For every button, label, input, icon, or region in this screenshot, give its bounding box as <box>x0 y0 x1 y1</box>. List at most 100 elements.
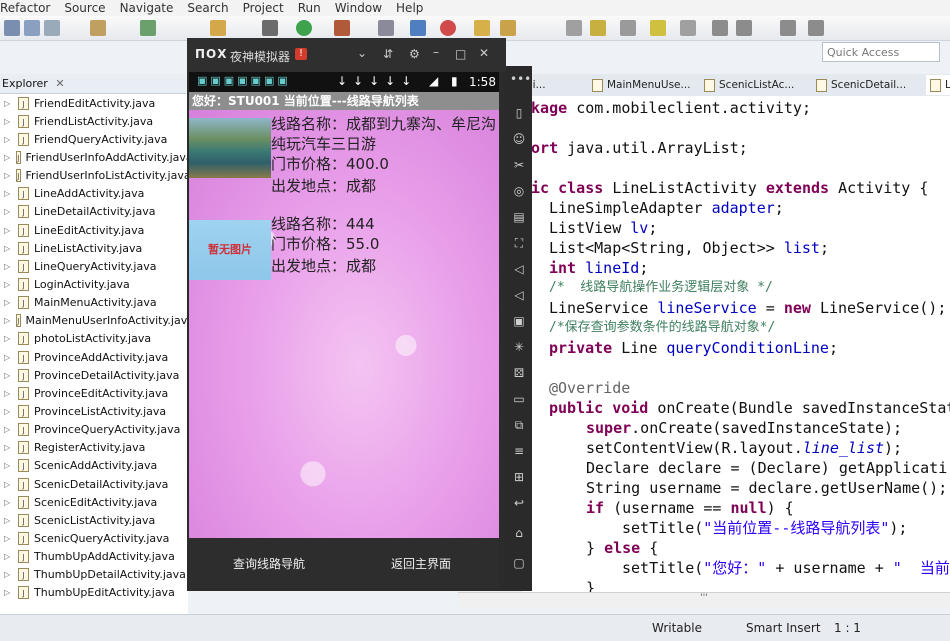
file-item[interactable]: ▷ J FriendUserInfoListActivity.java <box>0 167 188 185</box>
expand-icon[interactable]: ▷ <box>4 99 12 108</box>
horizontal-scrollbar[interactable]: ''' <box>458 592 950 607</box>
expand-icon[interactable]: ▷ <box>4 570 12 579</box>
multi-window-icon[interactable]: ⧉ <box>510 418 528 432</box>
expand-icon[interactable]: ▷ <box>4 461 12 470</box>
save-all-icon[interactable] <box>44 20 60 36</box>
expand-icon[interactable]: ▷ <box>4 207 12 216</box>
expand-icon[interactable]: ▷ <box>4 262 12 271</box>
fullscreen-icon[interactable]: ⛶ <box>510 236 528 250</box>
file-item[interactable]: ▷ J ProvinceDetailActivity.java <box>0 366 188 384</box>
file-item[interactable]: ▷ J FriendUserInfoAddActivity.java <box>0 148 188 166</box>
expand-icon[interactable]: ▷ <box>4 480 12 489</box>
menu-search[interactable]: Search <box>187 1 228 15</box>
expand-icon[interactable]: ▷ <box>4 298 12 307</box>
file-item[interactable]: ▷ J MainMenuUserInfoActivity.java <box>0 312 188 330</box>
pen-icon[interactable] <box>378 20 394 36</box>
grid-icon[interactable]: ⊞ <box>510 470 528 484</box>
edit-icon[interactable] <box>590 20 606 36</box>
expand-icon[interactable]: ▷ <box>4 516 12 525</box>
back-icon[interactable] <box>780 20 796 36</box>
menu-icon[interactable]: ≡ <box>510 444 528 458</box>
menu-project[interactable]: Project <box>243 1 284 15</box>
file-item[interactable]: ▷ J LineQueryActivity.java <box>0 257 188 275</box>
annotation-icon[interactable] <box>620 20 636 36</box>
code-editor[interactable]: ckage com.mobileclient.activity; port ja… <box>522 96 950 592</box>
expand-icon[interactable]: ▷ <box>4 244 12 253</box>
more-icon[interactable]: ••• <box>510 72 531 86</box>
expand-icon[interactable]: ▷ <box>4 135 12 144</box>
expand-icon[interactable]: ▷ <box>4 171 10 180</box>
file-item[interactable]: ▷ J LineDetailActivity.java <box>0 203 188 221</box>
menu-source[interactable]: Source <box>64 1 105 15</box>
file-item[interactable]: ▷ JphotoListActivity.java <box>0 330 188 348</box>
expand-icon[interactable]: ▷ <box>4 189 12 198</box>
expand-icon[interactable]: ▷ <box>4 407 12 416</box>
debug-icon[interactable] <box>262 20 278 36</box>
expand-icon[interactable]: ▷ <box>4 371 12 380</box>
file-item[interactable]: ▷ J ScenicAddActivity.java <box>0 457 188 475</box>
next-annotation-icon[interactable] <box>712 20 728 36</box>
expand-icon[interactable]: ▷ <box>4 498 12 507</box>
package-icon[interactable] <box>210 20 226 36</box>
file-item[interactable]: ▷ J ThumbUpDetailActivity.java <box>0 566 188 584</box>
menu-window[interactable]: Window <box>335 1 382 15</box>
check-icon[interactable] <box>140 20 156 36</box>
expand-icon[interactable]: ▷ <box>4 588 12 597</box>
line-list[interactable]: 线路名称：成都到九寨沟、牟尼沟纯玩汽车三日游 门市价格：400.0 出发地点：成… <box>189 110 499 538</box>
robot-icon[interactable]: ☺ <box>510 132 528 146</box>
menu-run[interactable]: Run <box>298 1 321 15</box>
menu-navigate[interactable]: Navigate <box>120 1 174 15</box>
maximize-icon[interactable]: □ <box>455 47 466 61</box>
file-item[interactable]: ▷ J ProvinceEditActivity.java <box>0 384 188 402</box>
file-item[interactable]: ▷ J FriendEditActivity.java <box>0 94 188 112</box>
back-icon[interactable]: ↩ <box>510 496 528 510</box>
location-icon[interactable]: ◎ <box>510 184 528 198</box>
expand-icon[interactable]: ▷ <box>4 316 10 325</box>
external-tools-icon[interactable] <box>334 20 350 36</box>
list-item[interactable]: 暂无图片 线路名称：444 门市价格：55.0 出发地点：成都 <box>189 210 499 280</box>
file-item[interactable]: ▷ J LineAddActivity.java <box>0 185 188 203</box>
expand-icon[interactable]: ▷ <box>4 153 10 162</box>
file-item[interactable]: ▷ J ProvinceQueryActivity.java <box>0 421 188 439</box>
minimize-icon[interactable]: – <box>433 45 439 59</box>
file-item[interactable]: ▷ J LineListActivity.java <box>0 239 188 257</box>
file-item[interactable]: ▷ J ScenicEditActivity.java <box>0 493 188 511</box>
expand-icon[interactable]: ▷ <box>4 389 12 398</box>
expand-icon[interactable]: ▷ <box>4 425 12 434</box>
new-class-icon[interactable] <box>440 20 456 36</box>
prev-annotation-icon[interactable] <box>736 20 752 36</box>
file-item[interactable]: ▷ J ThumbUpEditActivity.java <box>0 584 188 602</box>
editor-tab-active[interactable]: Li <box>926 75 950 95</box>
new-package-icon[interactable] <box>410 20 426 36</box>
editor-tab[interactable]: MainMenuUse... <box>592 75 691 95</box>
expand-icon[interactable]: ▷ <box>4 280 12 289</box>
file-item[interactable]: ▷ J RegisterActivity.java <box>0 439 188 457</box>
shake-icon[interactable]: ✳ <box>510 340 528 354</box>
file-item[interactable]: ▷ J MainMenuActivity.java <box>0 294 188 312</box>
build-icon[interactable] <box>90 20 106 36</box>
expand-icon[interactable]: ▷ <box>4 552 12 561</box>
file-item[interactable]: ▷ J ScenicDetailActivity.java <box>0 475 188 493</box>
list-item[interactable]: 线路名称：成都到九寨沟、牟尼沟纯玩汽车三日游 门市价格：400.0 出发地点：成… <box>189 110 499 206</box>
file-item[interactable]: ▷ J ProvinceAddActivity.java <box>0 348 188 366</box>
pin-icon[interactable]: ⇵ <box>383 47 393 61</box>
file-item[interactable]: ▷ J LoginActivity.java <box>0 275 188 293</box>
apk-icon[interactable]: ▣ <box>510 314 528 328</box>
menu-refactor[interactable]: Refactor <box>0 1 50 15</box>
quick-access-input[interactable]: Quick Access <box>822 42 940 62</box>
close-icon[interactable]: ✕ <box>479 46 489 60</box>
file-item[interactable]: ▷ J ThumbUpAddActivity.java <box>0 548 188 566</box>
alert-badge[interactable]: ! <box>295 48 307 60</box>
editor-tab[interactable]: ScenicDetail... <box>816 75 906 95</box>
gear-icon[interactable]: ⚙ <box>409 47 420 61</box>
expand-icon[interactable]: ▷ <box>4 534 12 543</box>
phone-icon[interactable]: ▯ <box>510 106 528 120</box>
volume-up-icon[interactable]: ◁ <box>510 262 528 276</box>
chevron-down-icon[interactable]: ⌄ <box>357 46 367 60</box>
expand-icon[interactable]: ▷ <box>4 334 12 343</box>
file-item[interactable]: ▷ J ScenicListActivity.java <box>0 511 188 529</box>
emulator-titlebar[interactable]: ПΟХ 夜神模拟器 ! ⌄ ⇵ ⚙ – □ ✕ <box>187 38 506 72</box>
forward-icon[interactable] <box>808 20 824 36</box>
file-item[interactable]: ▷ J FriendQueryActivity.java <box>0 130 188 148</box>
record-icon[interactable]: ▭ <box>510 392 528 406</box>
